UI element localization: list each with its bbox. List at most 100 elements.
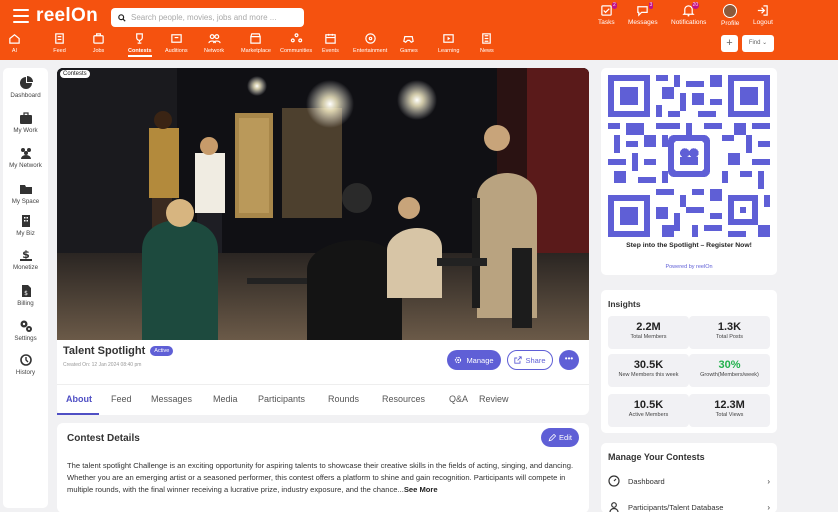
logout-icon [758,5,769,16]
chevron-right-icon: › [767,476,770,486]
sidebar-item-monetize[interactable]: $ Monetize [3,248,48,271]
manage-item-dashboard[interactable]: Dashboard › [608,475,770,487]
history-icon [19,353,33,367]
see-more-link[interactable]: See More [404,485,438,494]
nav-item-label: Communities [280,48,313,54]
gear-icon [455,356,462,364]
stat-tile: 2.2M Total Members [608,316,689,349]
nav-item-news[interactable]: News [480,32,494,54]
notifications-button[interactable]: 20 Notifications [671,2,707,26]
stat-value: 30% [718,359,741,371]
hamburger-menu-icon[interactable] [13,9,29,23]
sidebar-item-label: My Space [11,198,40,205]
find-dropdown[interactable]: Find ⌄ [742,35,774,52]
tasks-button[interactable]: 2 Tasks [598,2,617,26]
folder-icon [19,182,33,196]
share-button[interactable]: Share [507,350,553,370]
tab-qa[interactable]: Q&A [449,394,468,404]
stat-tile: 1.3K Total Posts [689,316,770,349]
tasks-count: 2 [612,2,617,9]
messages-button[interactable]: 3 Messages [628,2,658,26]
sidebar-item-history[interactable]: History [3,353,48,376]
nav-item-feed[interactable]: Feed [53,32,66,54]
sidebar-item-label: Monetize [12,264,39,271]
manage-contests-card: Manage Your Contests Dashboard › Participa… [601,443,777,512]
contest-title-row: Talent Spotlight Active [63,345,174,357]
contests-tag: Contests [60,70,90,78]
avatar [723,4,738,18]
contest-header-card: Talent Spotlight Active Created On: 12 J… [57,340,589,415]
add-button[interactable]: + [721,35,738,52]
messages-label: Messages [628,19,658,26]
insights-title: Insights [608,299,641,309]
nav-item-ai[interactable]: AI [8,32,21,54]
qr-card: Step into the Spotlight – Register Now! … [601,68,777,275]
contest-title: Talent Spotlight [63,345,146,357]
top-bar: reelOn Search people, movies, jobs and m… [0,0,838,60]
person-icon [609,502,619,512]
chat-icon [637,6,649,17]
sidebar-item-my-biz[interactable]: My Biz [3,214,48,237]
stat-label: Total Members [630,334,667,340]
sidebar-item-settings[interactable]: Settings [3,319,48,342]
nav-item-communities[interactable]: Communities [280,32,312,54]
app-logo[interactable]: reelOn [36,5,98,27]
edit-button[interactable]: Edit [541,428,579,447]
gears-icon [19,319,33,333]
stat-value: 12.3M [714,399,745,411]
manage-item-participants-talent-database[interactable]: Participants/Talent Database › [608,501,770,512]
chevron-right-icon: › [767,502,770,512]
stat-value: 30.5K [633,359,664,371]
nav-item-jobs[interactable]: Jobs [92,32,105,54]
manage-label: Manage [466,355,494,365]
search-input[interactable]: Search people, movies, jobs and more ... [111,8,304,27]
tab-review[interactable]: Review [479,394,509,404]
tab-participants[interactable]: Participants [258,394,305,404]
nav-item-events[interactable]: Events [322,32,339,54]
nav-item-learning[interactable]: Learning [438,32,459,54]
details-title: Contest Details [67,433,140,444]
sidebar-item-billing[interactable]: $ Billing [3,284,48,307]
sidebar-item-label: Settings [14,335,37,342]
notifications-label: Notifications [671,19,707,26]
briefcase-icon [92,32,105,45]
contest-description: The talent spotlight Challenge is an exc… [67,460,585,496]
contest-banner-image: Contests [57,68,589,340]
tab-resources[interactable]: Resources [382,394,425,404]
dollar-icon: $ [19,248,33,262]
nav-item-label: Events [322,48,339,54]
sidebar-item-my-work[interactable]: My Work [3,111,48,134]
nav-item-contests[interactable]: Contests [128,32,152,57]
sidebar-item-label: Billing [17,300,34,307]
sidebar: Dashboard My Work My Network My Space My Biz… [3,68,48,508]
tab-rounds[interactable]: Rounds [328,394,359,404]
tab-media[interactable]: Media [213,394,238,404]
tab-feed[interactable]: Feed [111,394,132,404]
nav-item-label: Jobs [92,48,105,54]
more-options-button[interactable]: ••• [559,350,579,370]
tasks-icon [601,5,612,16]
sidebar-item-dashboard[interactable]: Dashboard [3,76,48,99]
sidebar-item-my-space[interactable]: My Space [3,182,48,205]
logout-button[interactable]: Logout [753,4,773,26]
stat-value: 1.3K [717,321,742,333]
powered-by[interactable]: Powered by reelOn [601,264,777,270]
nav-item-label: Network [204,48,225,54]
qr-code-image[interactable] [608,75,770,237]
building-icon [19,214,33,228]
sidebar-item-label: My Network [9,162,42,169]
stat-label: Growth(Members/week) [700,372,759,378]
nav-item-entertainment[interactable]: Entertainment [353,32,387,54]
nav-item-label: Learning [438,48,460,54]
sidebar-item-label: History [15,369,36,376]
tab-messages[interactable]: Messages [151,394,192,404]
newspaper-icon [480,32,493,45]
nav-item-network[interactable]: Network [204,32,224,54]
manage-button[interactable]: Manage [447,350,501,370]
nav-item-auditions[interactable]: Auditions [165,32,188,54]
sidebar-item-my-network[interactable]: My Network [3,146,48,169]
nav-item-games[interactable]: Games [400,32,418,54]
tab-about[interactable]: About [66,394,92,404]
nav-item-marketplace[interactable]: Marketplace [241,32,271,54]
profile-button[interactable]: Profile [721,4,739,27]
